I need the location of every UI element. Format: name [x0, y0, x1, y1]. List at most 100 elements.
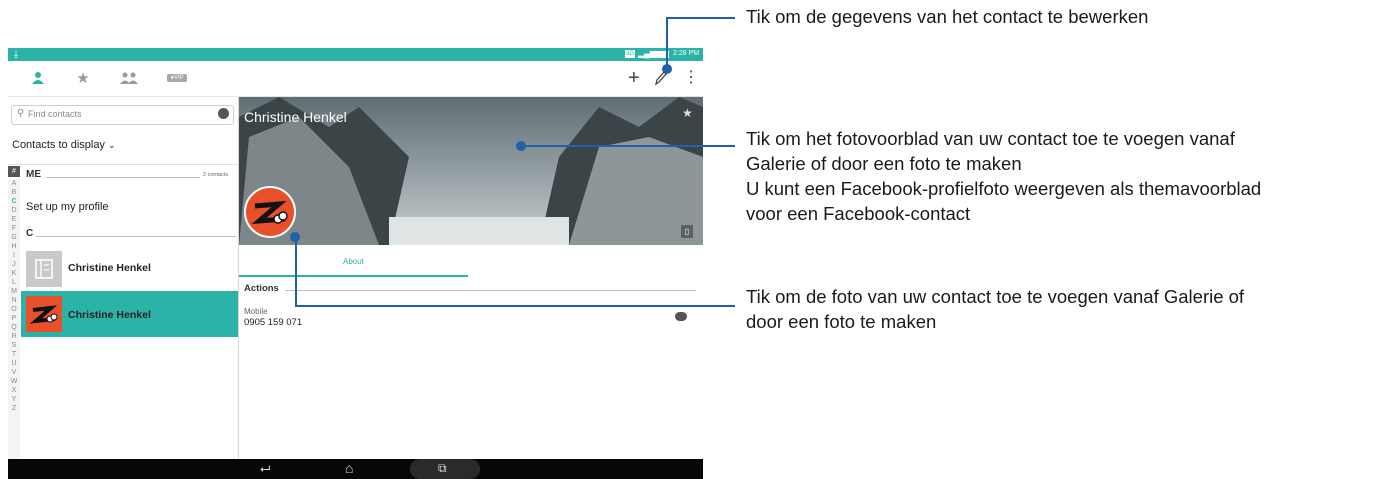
alpha-index-letter[interactable]: U: [8, 359, 20, 368]
alpha-index-letter[interactable]: O: [8, 305, 20, 314]
contacts-tab[interactable]: [27, 67, 49, 89]
phone-type: Mobile: [244, 307, 268, 316]
add-icon: +: [628, 67, 640, 89]
alpha-index-hash[interactable]: #: [8, 166, 20, 177]
signal-icon: ▂▄▆: [638, 49, 656, 58]
contact-photo-icon: [251, 200, 288, 225]
change-cover-icon[interactable]: ▯: [681, 225, 693, 238]
contacts-app-screen: ⤓ 3G ▂▄▆ 2:28 PM ★ ●VIP + ⋮ ⚲ Find conta…: [8, 48, 703, 479]
alpha-index-letter[interactable]: L: [8, 278, 20, 287]
vip-tab[interactable]: ●VIP: [164, 67, 190, 89]
avatar: [26, 296, 62, 332]
alpha-index-letter[interactable]: Q: [8, 323, 20, 332]
callout-photo-text-2: door een foto te maken: [746, 311, 937, 332]
chevron-down-icon: ⌄: [108, 140, 116, 150]
vip-badge: ●VIP: [167, 74, 187, 82]
contacts-to-display-dropdown[interactable]: Contacts to display ⌄: [12, 139, 116, 151]
alpha-index-letter[interactable]: W: [8, 377, 20, 386]
status-bar: ⤓ 3G ▂▄▆ 2:28 PM: [8, 48, 703, 61]
message-icon[interactable]: [675, 312, 687, 321]
cover-photo[interactable]: Christine Henkel ★ ▯: [239, 97, 703, 245]
me-count: 2 contacts: [203, 172, 229, 178]
alpha-index-letter[interactable]: G: [8, 233, 20, 242]
alpha-index-letter[interactable]: D: [8, 206, 20, 215]
alpha-index-letter[interactable]: F: [8, 224, 20, 233]
contact-name: Christine Henkel: [68, 262, 151, 274]
callout-edit-text: Tik om de gegevens van het contact te be…: [746, 6, 1149, 27]
alpha-index-letter[interactable]: B: [8, 188, 20, 197]
alpha-index-letter[interactable]: H: [8, 242, 20, 251]
section-line: [46, 177, 200, 178]
alpha-index-letter[interactable]: K: [8, 269, 20, 278]
section-line: [285, 290, 696, 291]
callout-cover-text-2: Galerie of door een foto te maken: [746, 153, 1022, 174]
sim-badge: 3G: [625, 50, 636, 58]
more-icon: ⋮: [683, 69, 699, 86]
alpha-index-letter[interactable]: S: [8, 341, 20, 350]
alpha-index-letter[interactable]: N: [8, 296, 20, 305]
recent-apps-button[interactable]: ⧉: [410, 459, 480, 479]
alpha-index-letter[interactable]: C: [8, 197, 20, 206]
navigation-bar: ⮠ ⌂ ⧉: [8, 459, 703, 479]
callout-line-photo: [295, 237, 297, 307]
callout-dot-cover: [516, 141, 526, 151]
alpha-index-letter[interactable]: V: [8, 368, 20, 377]
favorites-tab[interactable]: ★: [72, 67, 94, 89]
search-input[interactable]: Find contacts: [28, 109, 82, 119]
download-icon: ⤓: [14, 49, 18, 59]
contact-photo-button[interactable]: [244, 186, 296, 238]
contact-list-item-selected[interactable]: Christine Henkel: [21, 291, 238, 337]
section-header-me: ME: [26, 169, 41, 180]
alphabet-index[interactable]: ABCDEFGHIJKLMNOPQRSTUVWXYZ: [8, 179, 20, 459]
tab-about[interactable]: About: [343, 257, 364, 266]
vip-label: VIP: [173, 75, 184, 81]
voice-search-icon[interactable]: [218, 108, 229, 119]
setup-profile-item[interactable]: Set up my profile: [26, 201, 109, 213]
back-icon[interactable]: ⮠: [260, 461, 270, 477]
callout-line-photo: [295, 305, 735, 307]
callout-line-edit: [666, 18, 668, 70]
alpha-index-letter[interactable]: Z: [8, 404, 20, 413]
callout-cover-text-3: U kunt een Facebook-profielfoto weergeve…: [746, 178, 1262, 199]
home-icon[interactable]: ⌂: [345, 460, 353, 476]
contact-name: Christine Henkel: [68, 309, 151, 321]
contacts-to-display-label: Contacts to display: [12, 139, 105, 151]
clock: 2:28 PM: [673, 50, 700, 57]
contact-cover-name: Christine Henkel: [244, 109, 347, 125]
favorite-star-icon[interactable]: ★: [682, 106, 693, 120]
alpha-index-letter[interactable]: P: [8, 314, 20, 323]
alpha-index-letter[interactable]: J: [8, 260, 20, 269]
alpha-index-letter[interactable]: I: [8, 251, 20, 260]
groups-icon: [120, 72, 138, 84]
callout-line-edit: [666, 17, 735, 19]
alpha-index-letter[interactable]: M: [8, 287, 20, 296]
callout-dot-edit: [662, 64, 672, 74]
alpha-index-letter[interactable]: T: [8, 350, 20, 359]
actions-header: Actions: [244, 283, 279, 294]
more-options-button[interactable]: ⋮: [683, 70, 699, 86]
callout-line-cover: [522, 145, 735, 147]
add-contact-button[interactable]: +: [628, 68, 640, 88]
contact-photo: [29, 305, 58, 324]
recent-apps-icon: ⧉: [438, 461, 447, 475]
alpha-index-letter[interactable]: E: [8, 215, 20, 224]
callout-cover-text-1: Tik om het fotovoorblad van uw contact t…: [746, 128, 1235, 149]
contact-card-icon: [35, 259, 53, 279]
section-line: [36, 236, 236, 237]
alpha-index-letter[interactable]: Y: [8, 395, 20, 404]
search-icon: ⚲: [17, 108, 25, 119]
tab-indicator: [239, 275, 468, 277]
top-toolbar: ★ ●VIP + ⋮: [8, 61, 703, 97]
groups-tab[interactable]: [118, 67, 140, 89]
alpha-index-letter[interactable]: A: [8, 179, 20, 188]
search-box[interactable]: ⚲ Find contacts: [11, 105, 234, 125]
alpha-index-letter[interactable]: X: [8, 386, 20, 395]
contacts-list-pane: ⚲ Find contacts Contacts to display ⌄ # …: [8, 97, 239, 459]
phone-number[interactable]: 0905 159 071: [244, 317, 302, 328]
alpha-index-letter[interactable]: R: [8, 332, 20, 341]
contacts-icon: [32, 72, 44, 84]
divider: [8, 164, 238, 165]
contact-list-item[interactable]: Christine Henkel: [21, 247, 238, 289]
star-icon: ★: [76, 70, 90, 87]
callout-dot-photo: [290, 232, 300, 242]
